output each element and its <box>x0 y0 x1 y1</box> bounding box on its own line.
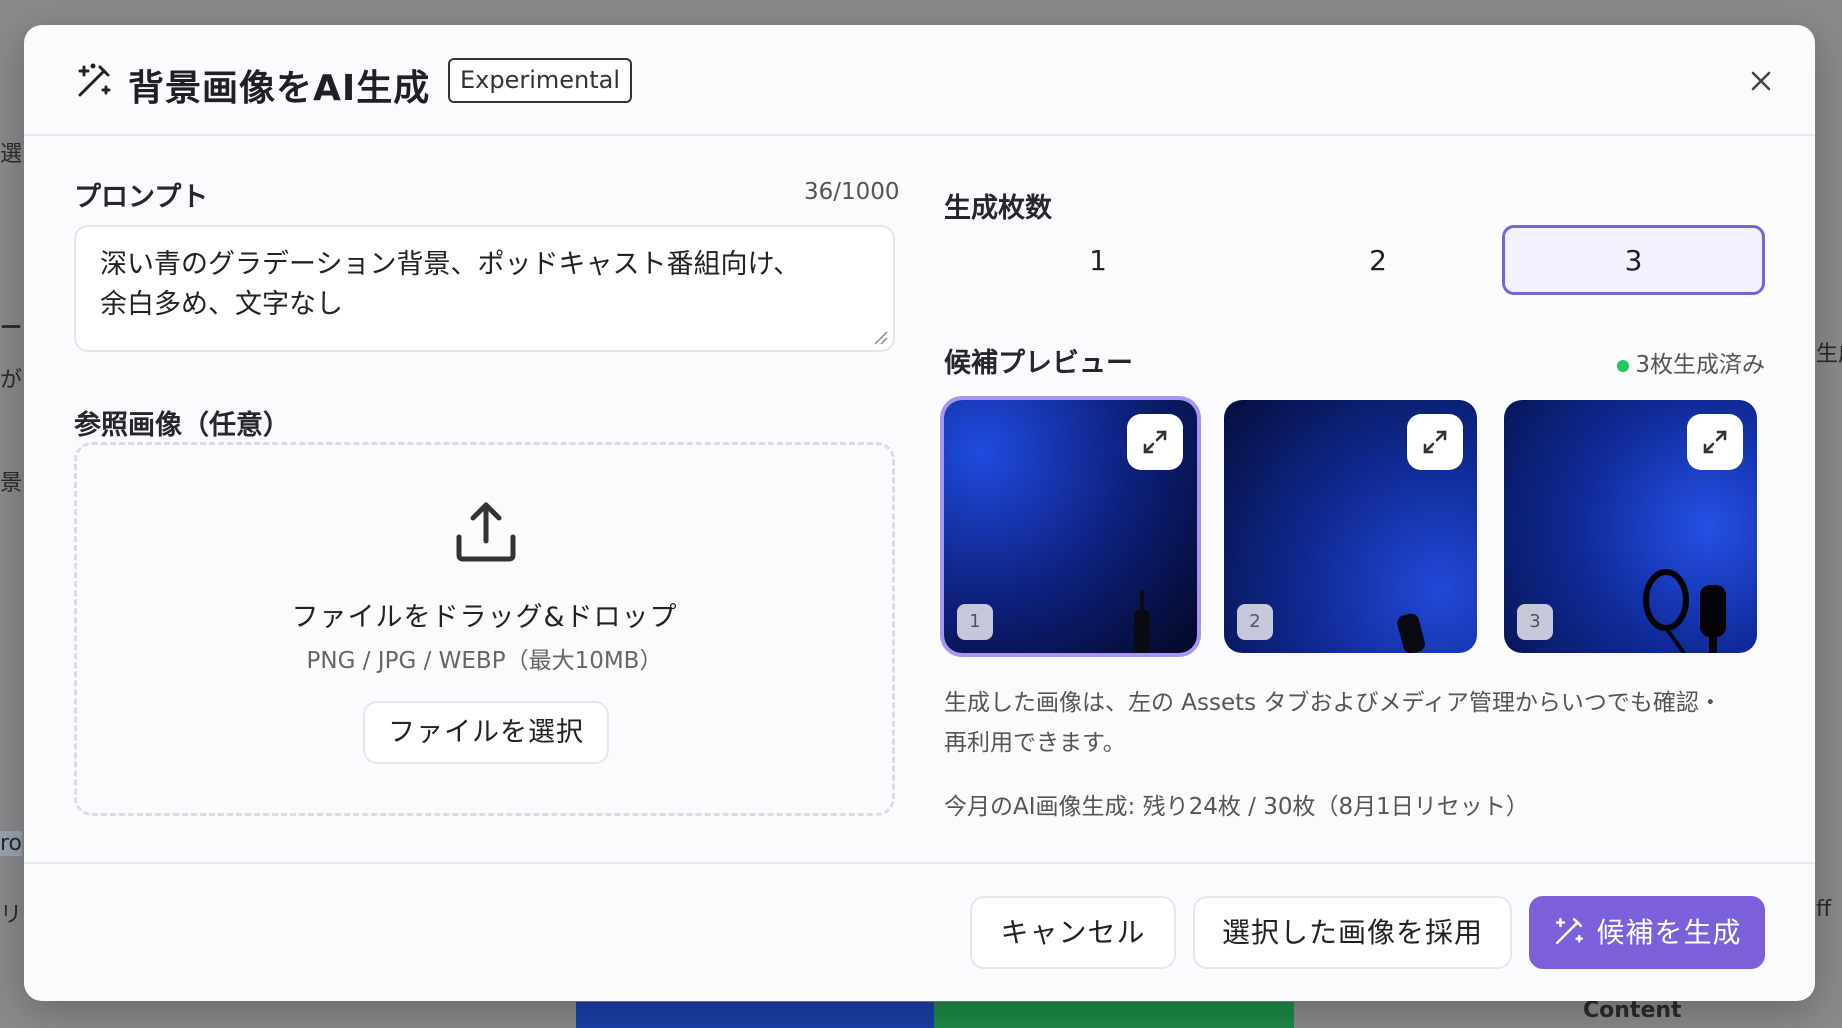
magic-wand-icon <box>1556 917 1584 945</box>
dropzone-subtitle: PNG / JPG / WEBP（最大10MB） <box>306 648 663 674</box>
expand-button[interactable] <box>1127 414 1183 470</box>
adopt-selected-button[interactable]: 選択した画像を採用 <box>1193 896 1512 969</box>
bg-fragment: ー <box>0 316 22 341</box>
cancel-button[interactable]: キャンセル <box>970 896 1176 969</box>
preview-thumbnail-2[interactable]: 2 <box>1224 400 1477 653</box>
preview-thumbnail-3[interactable]: 3 <box>1504 400 1757 653</box>
bg-fragment: ro <box>0 831 22 856</box>
bg-fragment: Content <box>1583 998 1682 1023</box>
assets-info: 生成した画像は、左の Assets タブおよびメディア管理からいつでも確認・ 再… <box>944 683 1764 763</box>
preview-label: 候補プレビュー <box>944 348 1133 379</box>
file-dropzone[interactable]: ファイルをドラッグ&ドロップ PNG / JPG / WEBP（最大10MB） … <box>74 442 895 816</box>
quota-info: 今月のAI画像生成: 残り24枚 / 30枚（8月1日リセット） <box>944 794 1529 820</box>
assets-info-line-1: 生成した画像は、左の Assets タブおよびメディア管理からいつでも確認・ <box>944 690 1722 716</box>
bg-green-block <box>934 1002 1294 1028</box>
prompt-line-1: 深い青のグラデーション背景、ポッドキャスト番組向け、 <box>100 249 801 280</box>
generation-count-label: 生成枚数 <box>944 193 1052 224</box>
count-option-2[interactable]: 2 <box>1248 225 1508 295</box>
prompt-label: プロンプト <box>74 182 209 213</box>
prompt-line-2: 余白多め、文字なし <box>100 289 343 320</box>
resize-handle-icon[interactable] <box>873 330 889 346</box>
close-icon[interactable] <box>1743 63 1779 99</box>
expand-button[interactable] <box>1407 414 1463 470</box>
ai-background-dialog: 背景画像をAI生成 Experimental プロンプト 36/1000 深い青… <box>24 25 1815 1001</box>
bg-fragment: 生成 <box>1816 342 1842 367</box>
generate-button[interactable]: 候補を生成 <box>1529 896 1765 969</box>
upload-icon <box>456 502 516 562</box>
status-text: 3枚生成済み <box>1635 352 1765 378</box>
count-option-1[interactable]: 1 <box>968 225 1228 295</box>
prompt-char-counter: 36/1000 <box>804 179 900 205</box>
prompt-textarea[interactable]: 深い青のグラデーション背景、ポッドキャスト番組向け、 余白多め、文字なし <box>74 225 895 352</box>
generate-button-label: 候補を生成 <box>1596 916 1742 949</box>
bg-fragment: リカ <box>0 903 22 928</box>
expand-icon <box>1143 430 1167 454</box>
count-option-3[interactable]: 3 <box>1502 225 1765 295</box>
dialog-header: 背景画像をAI生成 Experimental <box>24 25 1815 136</box>
bg-fragment: 景 <box>0 471 22 496</box>
experimental-badge: Experimental <box>448 58 633 103</box>
expand-icon <box>1703 430 1727 454</box>
dialog-title: 背景画像をAI生成 <box>128 68 431 109</box>
bg-blue-block <box>576 1002 934 1028</box>
expand-icon <box>1423 430 1447 454</box>
expand-button[interactable] <box>1687 414 1743 470</box>
status-dot-icon <box>1617 359 1630 372</box>
bg-fragment: 選択 <box>0 142 22 167</box>
thumbnail-number: 2 <box>1237 604 1273 640</box>
reference-image-label: 参照画像（任意） <box>74 410 290 441</box>
bg-fragment: がら <box>0 368 22 393</box>
thumbnail-number: 1 <box>957 604 993 640</box>
footer-divider <box>24 862 1815 864</box>
generation-status: 3枚生成済み <box>1617 345 1765 379</box>
dropzone-title: ファイルをドラッグ&ドロップ <box>291 602 678 633</box>
preview-thumbnail-1[interactable]: 1 <box>944 400 1197 653</box>
bg-fragment: ff <box>1816 897 1832 922</box>
magic-wand-icon <box>78 63 111 97</box>
thumbnail-number: 3 <box>1517 604 1553 640</box>
assets-info-line-2: 再利用できます。 <box>944 730 1126 756</box>
select-file-button[interactable]: ファイルを選択 <box>363 701 609 764</box>
